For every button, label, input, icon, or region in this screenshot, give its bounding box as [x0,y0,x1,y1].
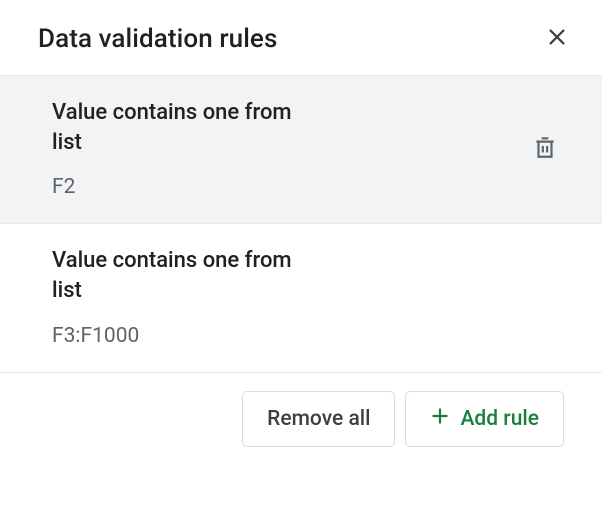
rule-range: F2 [52,175,510,199]
panel-footer: Remove all Add rule [0,373,602,447]
panel-header: Data validation rules [0,0,602,75]
rule-range: F3:F1000 [52,324,564,348]
add-rule-label: Add rule [460,407,539,431]
panel-title: Data validation rules [38,24,277,54]
delete-rule-button[interactable] [526,127,564,170]
rule-title: Value contains one from list [52,246,302,305]
close-button[interactable] [540,20,574,57]
remove-all-label: Remove all [267,407,370,431]
close-icon [546,26,568,51]
rule-text: Value contains one from list F2 [52,98,510,199]
data-validation-panel: Data validation rules Value contains one… [0,0,602,530]
rule-title: Value contains one from list [52,98,302,157]
rule-text: Value contains one from list F3:F1000 [52,246,564,347]
rules-list: Value contains one from list F2 Value co [0,75,602,373]
remove-all-button[interactable]: Remove all [242,391,395,447]
trash-icon [532,133,558,164]
plus-icon [430,406,450,432]
rule-item[interactable]: Value contains one from list F3:F1000 [0,224,602,372]
add-rule-button[interactable]: Add rule [405,391,564,447]
rule-item[interactable]: Value contains one from list F2 [0,75,602,224]
